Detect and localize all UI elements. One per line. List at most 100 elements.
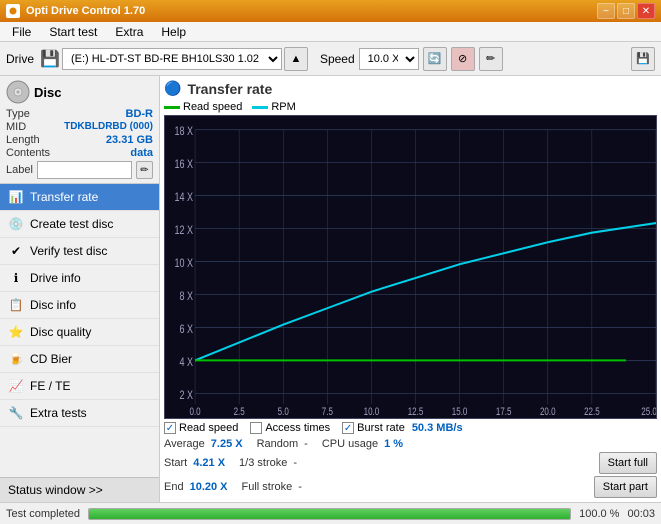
stroke-1-3-value: -: [293, 457, 297, 469]
cd-bier-icon: 🍺: [8, 351, 24, 367]
disc-info-table: Type BD-R MID TDKBLDRBD (000) Length 23.…: [6, 108, 153, 179]
svg-text:4 X: 4 X: [180, 356, 194, 370]
mid-value: TDKBLDRBD (000): [64, 121, 153, 133]
nav-fe-te[interactable]: 📈 FE / TE: [0, 373, 159, 400]
chart-legend: Read speed RPM: [164, 101, 657, 113]
label-input[interactable]: [37, 161, 132, 179]
random-label: Random: [257, 438, 299, 450]
access-times-checkbox-item[interactable]: Access times: [250, 422, 330, 434]
chart-area: 🔵 Transfer rate Read speed RPM: [160, 76, 661, 502]
random-value: -: [304, 438, 308, 450]
close-button[interactable]: ✕: [637, 3, 655, 19]
nav-verify-disc-label: Verify test disc: [30, 244, 107, 258]
start-part-button[interactable]: Start part: [594, 476, 657, 498]
rpm-legend-label: RPM: [271, 101, 295, 113]
maximize-button[interactable]: □: [617, 3, 635, 19]
minimize-button[interactable]: −: [597, 3, 615, 19]
chart-title-bar: 🔵 Transfer rate: [164, 80, 657, 97]
status-window-button[interactable]: Status window >>: [0, 477, 159, 502]
create-disc-icon: 💿: [8, 216, 24, 232]
status-window-label: Status window >>: [8, 483, 103, 497]
nav-create-test-disc[interactable]: 💿 Create test disc: [0, 211, 159, 238]
progress-bar-fill: [89, 509, 570, 519]
menu-help[interactable]: Help: [153, 23, 194, 41]
nav-disc-quality[interactable]: ⭐ Disc quality: [0, 319, 159, 346]
read-speed-checkbox[interactable]: ✓: [164, 422, 176, 434]
elapsed-time: 00:03: [627, 508, 655, 520]
start-full-button[interactable]: Start full: [599, 452, 657, 474]
toolbar: Drive 💾 (E:) HL-DT-ST BD-RE BH10LS30 1.0…: [0, 42, 661, 76]
burst-rate-checkbox-item[interactable]: ✓ Burst rate 50.3 MB/s: [342, 422, 462, 434]
nav-cd-bier-label: CD Bier: [30, 352, 72, 366]
mid-label: MID: [6, 121, 26, 133]
svg-text:12.5: 12.5: [408, 406, 424, 418]
label-edit-button[interactable]: ✏: [136, 161, 153, 179]
title-bar: Opti Drive Control 1.70 − □ ✕: [0, 0, 661, 22]
svg-text:20.0: 20.0: [540, 406, 556, 418]
burst-rate-checkbox-label: Burst rate: [357, 422, 405, 434]
burst-rate-checkbox[interactable]: ✓: [342, 422, 354, 434]
access-times-checkbox[interactable]: [250, 422, 262, 434]
transfer-rate-icon: 📊: [8, 189, 24, 205]
graph-svg: 18 X 16 X 14 X 12 X 10 X 8 X 6 X 4 X 2 X…: [165, 116, 656, 418]
svg-text:5.0: 5.0: [278, 406, 289, 418]
rpm-legend-color: [252, 106, 268, 109]
access-times-checkbox-label: Access times: [265, 422, 330, 434]
nav-items: 📊 Transfer rate 💿 Create test disc ✔ Ver…: [0, 184, 159, 477]
nav-cd-bier[interactable]: 🍺 CD Bier: [0, 346, 159, 373]
chart-icon: 🔵: [164, 80, 181, 97]
nav-extra-tests-label: Extra tests: [30, 406, 87, 420]
length-label: Length: [6, 134, 40, 146]
progress-bar-container: [88, 508, 571, 520]
svg-text:10.0: 10.0: [364, 406, 380, 418]
svg-text:17.5: 17.5: [496, 406, 512, 418]
start-label: Start: [164, 457, 187, 469]
graph-container: 18 X 16 X 14 X 12 X 10 X 8 X 6 X 4 X 2 X…: [164, 115, 657, 419]
svg-text:2.5: 2.5: [234, 406, 245, 418]
svg-text:2 X: 2 X: [180, 389, 194, 403]
svg-text:22.5: 22.5: [584, 406, 600, 418]
save-button[interactable]: 💾: [631, 47, 655, 71]
disc-info-icon: 📋: [8, 297, 24, 313]
refresh-button[interactable]: 🔄: [423, 47, 447, 71]
chart-title: Transfer rate: [187, 81, 272, 97]
cpu-usage-value: 1 %: [384, 438, 657, 450]
nav-verify-test-disc[interactable]: ✔ Verify test disc: [0, 238, 159, 265]
nav-transfer-rate[interactable]: 📊 Transfer rate: [0, 184, 159, 211]
speed-label: Speed: [320, 52, 355, 66]
nav-disc-info[interactable]: 📋 Disc info: [0, 292, 159, 319]
menu-start-test[interactable]: Start test: [41, 23, 105, 41]
speed-select[interactable]: 10.0 X ↓: [359, 48, 419, 70]
read-speed-checkbox-item[interactable]: ✓ Read speed: [164, 422, 238, 434]
end-value: 10.20 X: [190, 481, 228, 493]
menu-extra[interactable]: Extra: [107, 23, 151, 41]
nav-drive-info[interactable]: ℹ Drive info: [0, 265, 159, 292]
status-bar: Test completed 100.0 % 00:03: [0, 502, 661, 524]
menu-file[interactable]: File: [4, 23, 39, 41]
app-title: Opti Drive Control 1.70: [26, 5, 145, 17]
menu-bar: File Start test Extra Help: [0, 22, 661, 42]
cpu-usage-label: CPU usage: [322, 438, 378, 450]
drive-select[interactable]: (E:) HL-DT-ST BD-RE BH10LS30 1.02: [62, 48, 282, 70]
svg-text:7.5: 7.5: [322, 406, 333, 418]
read-speed-legend-label: Read speed: [183, 101, 242, 113]
eject-button[interactable]: ▲: [284, 47, 308, 71]
length-value: 23.31 GB: [106, 134, 153, 146]
sidebar: Disc Type BD-R MID TDKBLDRBD (000) Lengt…: [0, 76, 160, 502]
average-value: 7.25 X: [211, 438, 243, 450]
erase-button[interactable]: ⊘: [451, 47, 475, 71]
disc-quality-icon: ⭐: [8, 324, 24, 340]
svg-text:15.0: 15.0: [452, 406, 468, 418]
type-value: BD-R: [126, 108, 154, 120]
nav-drive-info-label: Drive info: [30, 271, 81, 285]
write-button[interactable]: ✏: [479, 47, 503, 71]
nav-extra-tests[interactable]: 🔧 Extra tests: [0, 400, 159, 427]
checkboxes-row: ✓ Read speed Access times ✓ Burst rate 5…: [164, 422, 657, 434]
end-label: End: [164, 481, 184, 493]
svg-text:6 X: 6 X: [180, 323, 194, 337]
contents-label: Contents: [6, 147, 50, 159]
average-label: Average: [164, 438, 205, 450]
full-stroke-label: Full stroke: [242, 481, 293, 493]
extra-tests-icon: 🔧: [8, 405, 24, 421]
svg-text:16 X: 16 X: [175, 158, 194, 172]
